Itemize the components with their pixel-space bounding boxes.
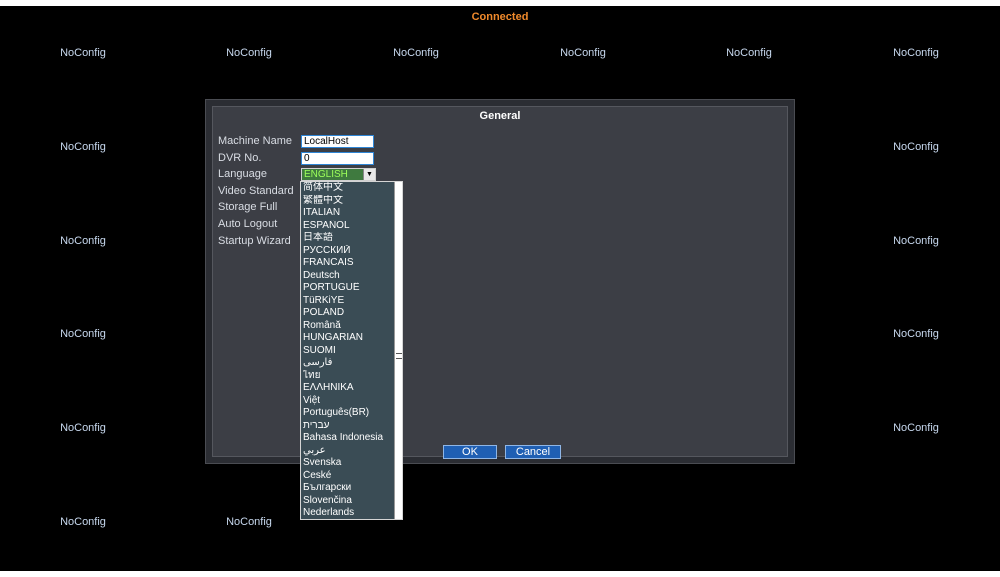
language-option[interactable]: ΕΛΛΗΝΙΚΑ (303, 382, 397, 395)
language-option[interactable]: ITALIAN (303, 207, 397, 220)
scrollbar-thumb[interactable] (396, 353, 402, 359)
channel-label[interactable]: NoConfig (23, 141, 143, 153)
language-option[interactable]: ESPAÑOL (303, 220, 397, 233)
channel-label[interactable]: NoConfig (23, 328, 143, 340)
startup-wizard-label: Startup Wizard (218, 235, 291, 247)
language-option[interactable]: POLAND (303, 307, 397, 320)
language-option[interactable]: فارسی (303, 357, 397, 370)
dialog-body: General Machine Name DVR No. Language EN… (212, 106, 788, 459)
video-standard-label: Video Standard (218, 185, 294, 197)
language-option[interactable]: 简体中文 (303, 182, 397, 195)
channel-label[interactable]: NoConfig (356, 47, 476, 59)
language-label: Language (218, 168, 267, 180)
language-list-scrollbar[interactable] (394, 182, 402, 519)
channel-label[interactable]: NoConfig (856, 422, 976, 434)
dropdown-arrow-icon[interactable]: ▼ (363, 169, 375, 180)
auto-logout-label: Auto Logout (218, 218, 278, 230)
dvr-no-input[interactable] (301, 152, 374, 165)
channel-label[interactable]: NoConfig (189, 47, 309, 59)
channel-label[interactable]: NoConfig (523, 47, 643, 59)
language-option[interactable]: FRANCAIS (303, 257, 397, 270)
machine-name-input[interactable] (301, 135, 374, 148)
language-option[interactable]: Việt (303, 395, 397, 408)
ok-button[interactable]: OK (443, 445, 497, 459)
language-option[interactable]: České (303, 470, 397, 483)
cancel-button[interactable]: Cancel (505, 445, 561, 459)
language-option[interactable]: 繁體中文 (303, 195, 397, 208)
language-option[interactable]: SUOMI (303, 345, 397, 358)
language-option[interactable]: Български (303, 482, 397, 495)
machine-name-label: Machine Name (218, 135, 292, 147)
storage-full-label: Storage Full (218, 201, 278, 213)
language-option[interactable]: Nederlands (303, 507, 397, 519)
language-option[interactable]: РУССКИЙ (303, 245, 397, 258)
language-option[interactable]: HUNGARIAN (303, 332, 397, 345)
language-option[interactable]: Slovenčina (303, 495, 397, 508)
language-option[interactable]: עברית (303, 420, 397, 433)
dialog-title: General (479, 110, 521, 122)
channel-label[interactable]: NoConfig (856, 328, 976, 340)
channel-label[interactable]: NoConfig (689, 47, 809, 59)
connection-status: Connected (471, 11, 529, 23)
channel-label[interactable]: NoConfig (23, 516, 143, 528)
language-option[interactable]: TüRKiYE (303, 295, 397, 308)
language-option[interactable]: Română (303, 320, 397, 333)
language-selected-value: ENGLISH (304, 169, 348, 180)
language-option[interactable]: Português(BR) (303, 407, 397, 420)
general-dialog: General Machine Name DVR No. Language EN… (205, 99, 795, 464)
channel-label[interactable]: NoConfig (23, 235, 143, 247)
language-option[interactable]: Deutsch (303, 270, 397, 283)
language-dropdown-list[interactable]: 简体中文 繁體中文 ITALIAN ESPAÑOL 日本語 РУССКИЙ FR… (300, 181, 403, 520)
channel-label[interactable]: NoConfig (23, 422, 143, 434)
channel-label[interactable]: NoConfig (856, 141, 976, 153)
language-option[interactable]: Bahasa Indonesia (303, 432, 397, 445)
language-option[interactable]: ไทย (303, 370, 397, 383)
language-option[interactable]: 日本語 (303, 232, 397, 245)
channel-label[interactable]: NoConfig (189, 516, 309, 528)
language-select[interactable]: ENGLISH ▼ (301, 168, 376, 181)
channel-label[interactable]: NoConfig (23, 47, 143, 59)
language-option[interactable]: عربي (303, 445, 397, 458)
channel-label[interactable]: NoConfig (856, 47, 976, 59)
dvr-no-label: DVR No. (218, 152, 262, 164)
language-option[interactable]: PORTUGUÊ (303, 282, 397, 295)
language-option[interactable]: Svenska (303, 457, 397, 470)
channel-label[interactable]: NoConfig (856, 235, 976, 247)
